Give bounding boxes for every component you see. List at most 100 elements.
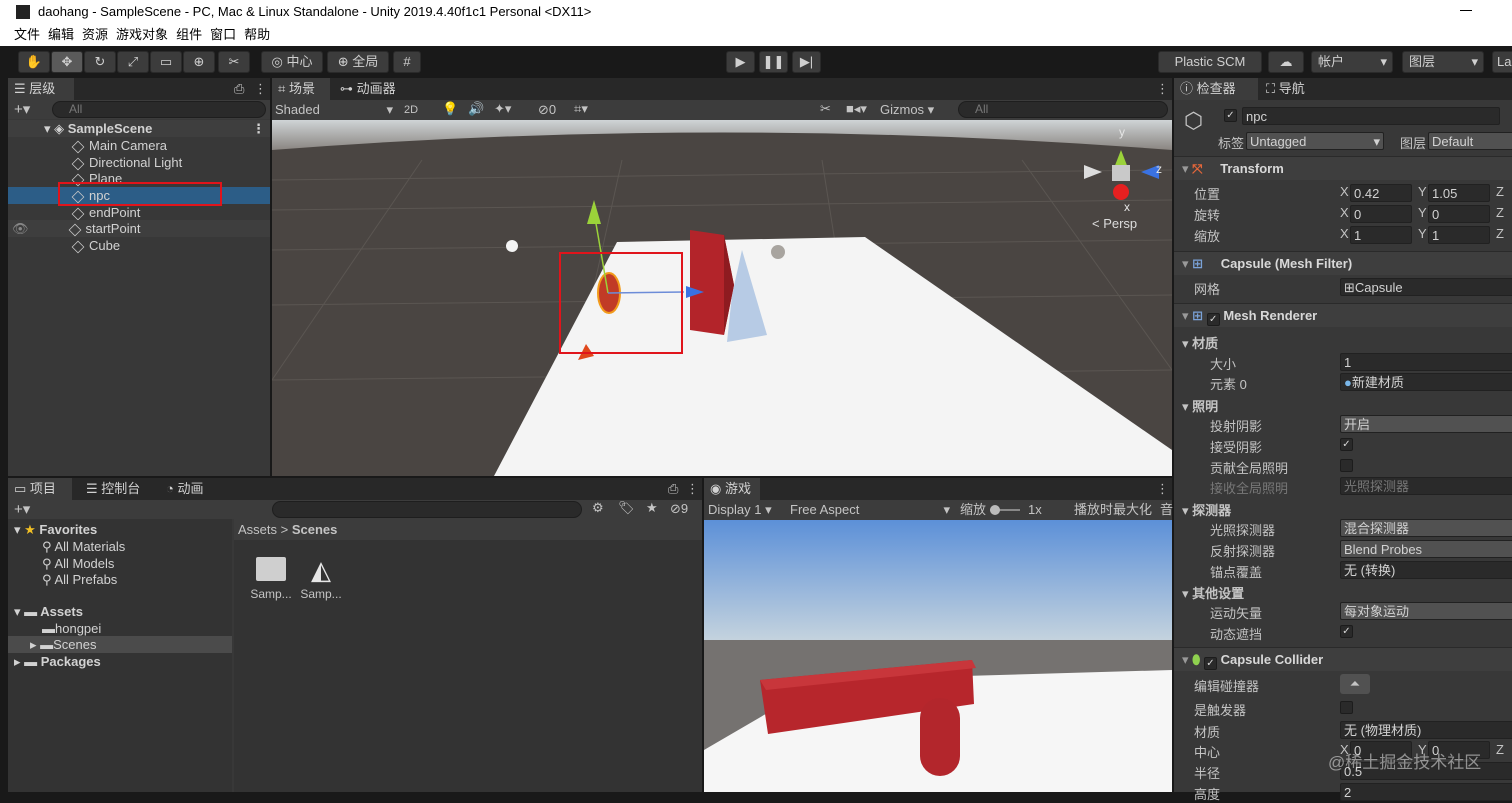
hierarchy-item[interactable]: Directional Light: [71, 154, 182, 171]
mesh-filter-header[interactable]: ▾ ⊞ Capsule (Mesh Filter): [1174, 251, 1512, 275]
tab-console[interactable]: ☰ 控制台: [80, 478, 156, 500]
visibility-icon[interactable]: 👁: [12, 221, 29, 236]
size-field[interactable]: 1: [1340, 353, 1512, 371]
scene-asset[interactable]: ◭ Samp...: [298, 557, 344, 601]
scene-search-input[interactable]: All: [958, 101, 1168, 118]
mesh-field[interactable]: ⊞Capsule: [1340, 278, 1512, 296]
tab-navigation[interactable]: ⛶ 导航: [1260, 78, 1324, 100]
hierarchy-item[interactable]: Cube: [71, 237, 120, 254]
account-dropdown[interactable]: 帐户 ▾: [1311, 51, 1393, 73]
project-search-input[interactable]: [272, 501, 582, 518]
minimize-icon[interactable]: [1460, 10, 1472, 11]
assets-header[interactable]: ▾ ▬ Assets: [14, 603, 83, 620]
mesh-renderer-header[interactable]: ▾ ⊞ ✓ Mesh Renderer: [1174, 303, 1512, 327]
layer-dropdown[interactable]: Default: [1428, 132, 1512, 150]
capsule-collider-enabled-checkbox[interactable]: ✓: [1203, 657, 1217, 670]
scene-root-row[interactable]: ▾ ◈ SampleScene ⋮: [8, 120, 270, 137]
materials-foldout[interactable]: ▾ 材质: [1182, 333, 1218, 352]
cast-shadows-dropdown[interactable]: 开启: [1340, 415, 1512, 433]
packages-header[interactable]: ▸ ▬ Packages: [14, 653, 101, 670]
maximize-on-play-toggle[interactable]: 播放时最大化: [1074, 500, 1152, 520]
height-field[interactable]: 2: [1340, 783, 1512, 801]
game-viewport[interactable]: [704, 520, 1172, 792]
lighting-icon[interactable]: 💡: [442, 101, 458, 117]
hand-tool-button[interactable]: ✋: [18, 51, 50, 73]
physic-material-field[interactable]: 无 (物理材质): [1340, 721, 1512, 739]
receive-shadows-checkbox[interactable]: ✓: [1340, 438, 1353, 451]
breadcrumb-scenes[interactable]: Scenes: [292, 522, 338, 537]
hierarchy-item[interactable]: 👁 startPoint: [8, 220, 270, 237]
play-button[interactable]: ▶: [726, 51, 755, 73]
mute-audio-toggle[interactable]: 音: [1160, 500, 1173, 520]
asset-folder[interactable]: ▬hongpei: [42, 620, 101, 637]
menu-window[interactable]: 窗口: [210, 24, 236, 46]
material-field[interactable]: ●新建材质: [1340, 373, 1512, 391]
menu-gameobject[interactable]: 游戏对象: [116, 24, 168, 46]
reflection-probes-dropdown[interactable]: Blend Probes: [1340, 540, 1512, 558]
breadcrumb-assets[interactable]: Assets: [238, 522, 277, 537]
favorite-item[interactable]: ⚲ All Models: [42, 555, 114, 572]
lock-icon[interactable]: ⎙: [234, 81, 244, 97]
rotation-y-field[interactable]: 0: [1428, 205, 1490, 223]
effects-icon[interactable]: ✦▾: [494, 101, 511, 117]
tab-scene[interactable]: ⌗ 场景: [272, 78, 330, 100]
contribute-gi-checkbox[interactable]: [1340, 459, 1353, 472]
folder-asset[interactable]: Samp...: [248, 557, 294, 601]
active-checkbox[interactable]: ✓: [1224, 109, 1237, 122]
anchor-override-field[interactable]: 无 (转换): [1340, 561, 1512, 579]
rotation-x-field[interactable]: 0: [1350, 205, 1412, 223]
object-name-field[interactable]: npc: [1242, 107, 1500, 125]
favorite-item[interactable]: ⚲ All Prefabs: [42, 571, 117, 588]
layout-dropdown[interactable]: La: [1492, 51, 1512, 73]
hierarchy-search-input[interactable]: All: [52, 101, 266, 118]
tab-project[interactable]: ▭ 项目: [8, 478, 72, 500]
light-probes-dropdown[interactable]: 混合探测器: [1340, 519, 1512, 537]
probes-foldout[interactable]: ▾ 探测器: [1182, 500, 1231, 519]
filter-type-icon[interactable]: ⚙: [592, 500, 604, 516]
menu-file[interactable]: 文件: [14, 24, 40, 46]
grid-toggle-icon[interactable]: ⌗▾: [574, 101, 588, 117]
position-x-field[interactable]: 0.42: [1350, 184, 1412, 202]
filter-label-icon[interactable]: 🏷: [618, 500, 635, 516]
step-button[interactable]: ▶|: [792, 51, 821, 73]
asset-folder-selected[interactable]: ▸ ▬Scenes: [8, 636, 232, 653]
global-toggle-button[interactable]: ⊕ 全局: [327, 51, 389, 73]
scene-viewport[interactable]: y z x < Persp: [272, 120, 1172, 476]
menu-edit[interactable]: 编辑: [48, 24, 74, 46]
hierarchy-item[interactable]: Main Camera: [71, 137, 167, 154]
more-menu-icon[interactable]: ⋮: [686, 481, 699, 497]
audio-icon[interactable]: 🔊: [468, 101, 484, 117]
hidden-objects-toggle[interactable]: ⊘0: [538, 102, 556, 118]
hidden-packages-toggle[interactable]: ⊘9: [670, 501, 688, 517]
favorite-star-icon[interactable]: ★: [646, 500, 658, 516]
hierarchy-item[interactable]: endPoint: [71, 204, 140, 221]
tab-game[interactable]: ◉ 游戏: [704, 478, 760, 500]
edit-collider-button[interactable]: ⏶: [1340, 674, 1370, 694]
custom-tool-button[interactable]: ✂: [218, 51, 250, 73]
dynamic-occlusion-checkbox[interactable]: ✓: [1340, 625, 1353, 638]
capsule-collider-header[interactable]: ▾ ⬮ ✓ Capsule Collider: [1174, 647, 1512, 671]
display-dropdown[interactable]: Display 1 ▾: [708, 500, 772, 520]
camera-icon[interactable]: ■◂▾: [846, 101, 867, 117]
cloud-button[interactable]: ☁: [1268, 51, 1304, 73]
tab-animator[interactable]: ⊶ 动画器: [334, 78, 414, 100]
other-settings-foldout[interactable]: ▾ 其他设置: [1182, 583, 1244, 602]
menu-assets[interactable]: 资源: [82, 24, 108, 46]
favorite-item[interactable]: ⚲ All Materials: [42, 538, 125, 555]
rect-tool-button[interactable]: ▭: [150, 51, 182, 73]
add-object-button[interactable]: +▾: [14, 100, 30, 118]
transform-tool-button[interactable]: ⊕: [183, 51, 215, 73]
lock-icon[interactable]: ⎙: [668, 481, 678, 497]
tab-hierarchy[interactable]: ☰ 层级: [8, 78, 74, 100]
layers-dropdown[interactable]: 图层 ▾: [1402, 51, 1484, 73]
motion-vectors-dropdown[interactable]: 每对象运动: [1340, 602, 1512, 620]
more-menu-icon[interactable]: ⋮: [1156, 481, 1169, 497]
menu-help[interactable]: 帮助: [244, 24, 270, 46]
lighting-foldout[interactable]: ▾ 照明: [1182, 396, 1218, 415]
more-menu-icon[interactable]: ⋮: [1156, 81, 1169, 97]
plastic-scm-button[interactable]: Plastic SCM: [1158, 51, 1262, 73]
mode-2d-button[interactable]: 2D: [404, 102, 418, 118]
scale-slider[interactable]: [990, 505, 1020, 515]
move-tool-button[interactable]: ✥: [51, 51, 83, 73]
shading-dropdown[interactable]: Shaded ▾: [275, 100, 395, 120]
